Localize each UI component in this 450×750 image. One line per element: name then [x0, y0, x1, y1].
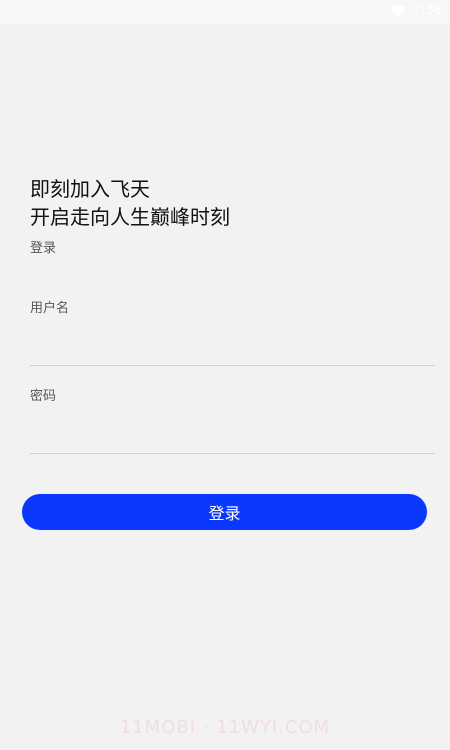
- username-input[interactable]: [30, 329, 435, 366]
- password-input[interactable]: [30, 417, 435, 454]
- status-indicators: 7:38: [389, 3, 442, 18]
- headline-line-1: 即刻加入飞天: [30, 177, 150, 201]
- username-label: 用户名: [30, 301, 70, 316]
- watermark: 11MOBI · 11WYI.COM: [119, 717, 331, 738]
- login-subtitle: 登录: [30, 241, 57, 256]
- wifi-icon: [389, 4, 407, 18]
- headline: 即刻加入飞天 开启走向人生巅峰时刻: [30, 175, 230, 231]
- login-button[interactable]: 登录: [22, 494, 427, 530]
- password-label: 密码: [30, 389, 57, 404]
- headline-line-2: 开启走向人生巅峰时刻: [30, 205, 230, 229]
- status-time: 7:38: [412, 3, 442, 18]
- status-bar: 7:38: [0, 0, 450, 24]
